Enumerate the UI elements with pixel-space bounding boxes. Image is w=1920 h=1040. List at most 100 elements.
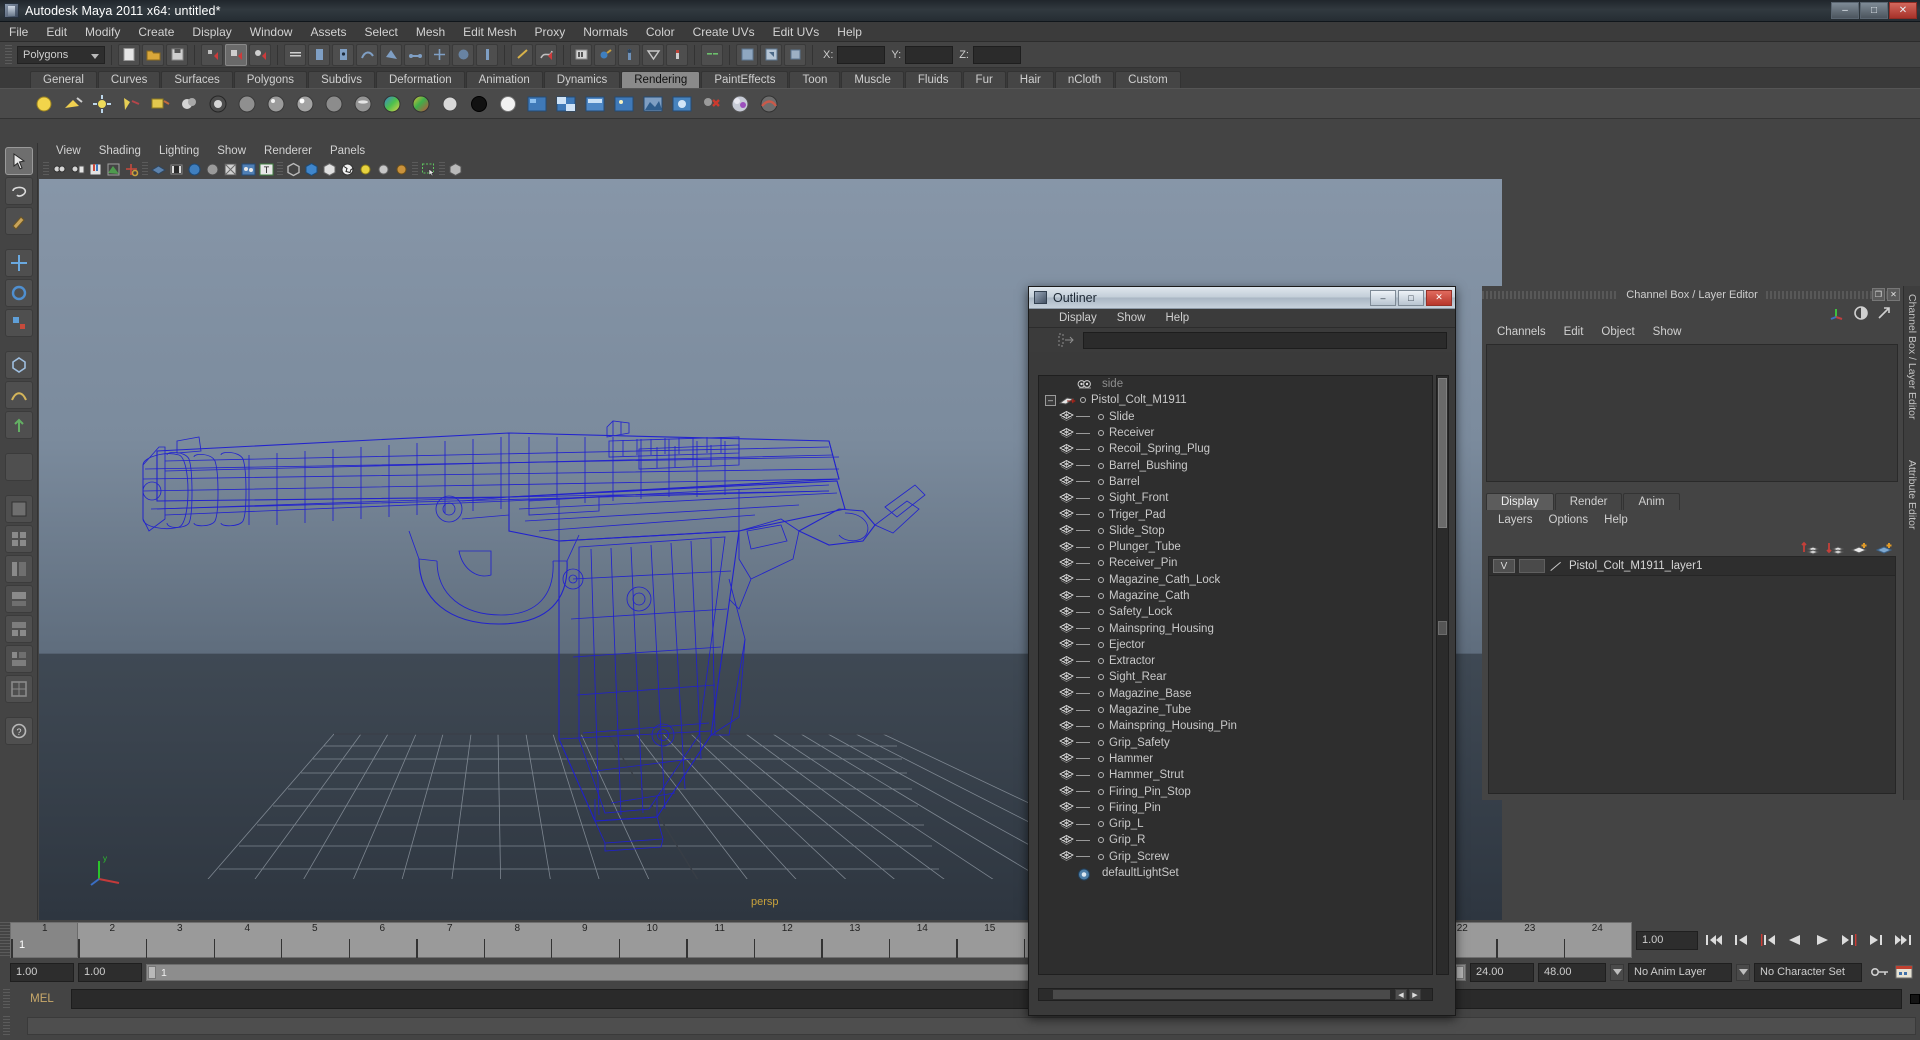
toolbar-grip[interactable] [142, 162, 148, 176]
play-forwards-icon[interactable] [1811, 930, 1833, 950]
viewport-menu-show[interactable]: Show [208, 145, 255, 157]
bookmark-icon[interactable] [88, 162, 103, 177]
shelf-tab-toon[interactable]: Toon [789, 71, 841, 88]
shelf-tab-fur[interactable]: Fur [962, 71, 1006, 88]
menu-edit-uvs[interactable]: Edit UVs [764, 23, 829, 41]
help-line-button[interactable]: ? [4, 717, 33, 745]
command-line-grip[interactable] [3, 989, 10, 1009]
manipulator-axis-icon[interactable] [1830, 305, 1846, 321]
outliner-item-side[interactable]: side [1039, 376, 1432, 392]
mask-points-button[interactable] [332, 43, 354, 66]
shelf-tab-curves[interactable]: Curves [97, 71, 161, 88]
ipr-render-button[interactable] [594, 43, 616, 66]
outliner-node-dot[interactable] [1098, 723, 1104, 730]
mental-ray-material-icon[interactable] [728, 92, 752, 116]
toolbar-grip[interactable] [412, 162, 418, 176]
statusline-grip[interactable] [5, 44, 12, 65]
camera-attributes-icon[interactable] [70, 162, 85, 177]
outliner-node-dot[interactable] [1098, 641, 1104, 648]
panel-drag-dots-left[interactable] [1482, 291, 1619, 299]
outliner-item-pistol-colt-m1911[interactable]: – Pistol_Colt_M1911 [1039, 392, 1432, 408]
move-layer-down-icon[interactable] [1826, 540, 1844, 556]
outliner-hscroll-left-arrow[interactable]: ◀ [1395, 989, 1407, 1000]
outliner-item-magazine-cath-lock[interactable]: Magazine_Cath_Lock [1039, 572, 1432, 588]
outliner-item-magazine-base[interactable]: Magazine_Base [1039, 686, 1432, 702]
blinn-material-icon[interactable] [264, 92, 288, 116]
anim-layer-dropdown-arrow[interactable] [1610, 963, 1624, 981]
channelbox-menu-edit[interactable]: Edit [1555, 325, 1593, 339]
layer-tab-display[interactable]: Display [1486, 493, 1554, 510]
render-current-frame-button[interactable] [666, 43, 688, 66]
menu-assets[interactable]: Assets [301, 23, 355, 41]
menu-edit[interactable]: Edit [37, 23, 76, 41]
menu-mesh[interactable]: Mesh [407, 23, 454, 41]
persp-outliner-layout-button[interactable] [4, 555, 33, 583]
mask-pivots-button[interactable] [428, 43, 450, 66]
outliner-node-dot[interactable] [1098, 430, 1104, 437]
outliner-node-dot[interactable] [1098, 772, 1104, 779]
mask-faces-button[interactable] [380, 43, 402, 66]
channelbox-undock-button[interactable]: ❐ [1872, 288, 1885, 301]
outliner-window[interactable]: Outliner – □ ✕ Display Show Help side – Pi… [1028, 286, 1456, 1016]
shelf-tab-hair[interactable]: Hair [1006, 71, 1054, 88]
layer-menu-help[interactable]: Help [1596, 513, 1636, 527]
menu-modify[interactable]: Modify [76, 23, 129, 41]
shelf-tab-general[interactable]: General [30, 71, 97, 88]
hypershade-persp-layout-button[interactable] [4, 615, 33, 643]
layer-menu-layers[interactable]: Layers [1490, 513, 1541, 527]
command-input[interactable] [71, 989, 1902, 1009]
layer-tab-render[interactable]: Render [1554, 493, 1623, 510]
channelbox-close-button[interactable]: ✕ [1887, 288, 1900, 301]
outliner-node-dot[interactable] [1098, 593, 1104, 599]
shelf-tab-painteffects[interactable]: PaintEffects [701, 71, 789, 88]
outliner-node-dot[interactable] [1098, 413, 1104, 420]
last-tool-used-button[interactable] [4, 453, 33, 481]
smooth-preview-icon[interactable] [448, 162, 463, 177]
outliner-menu-show[interactable]: Show [1107, 311, 1156, 325]
outliner-expander[interactable]: – [1045, 394, 1056, 406]
outliner-scroll-thumb-secondary[interactable] [1438, 621, 1447, 635]
layer-color-swatch[interactable] [1549, 559, 1565, 573]
help-line-grip[interactable] [3, 1016, 10, 1036]
outliner-item-slide-stop[interactable]: Slide_Stop [1039, 523, 1432, 539]
new-scene-button[interactable] [118, 43, 140, 66]
outliner-node-dot[interactable] [1098, 690, 1104, 697]
outliner-node-dot[interactable] [1098, 576, 1104, 583]
outliner-item-firing-pin-stop[interactable]: Firing_Pin_Stop [1039, 783, 1432, 799]
point-light-icon[interactable] [90, 92, 114, 116]
no-shadows-icon[interactable] [340, 162, 355, 177]
step-forward-keyframe-icon[interactable] [1865, 930, 1887, 950]
outliner-node-dot[interactable] [1098, 462, 1104, 469]
outliner-item-triger-pad[interactable]: Triger_Pad [1039, 506, 1432, 522]
toolbar-grip[interactable] [439, 162, 445, 176]
menu-proxy[interactable]: Proxy [526, 23, 575, 41]
texture-checker-icon[interactable] [554, 92, 578, 116]
new-layer-icon[interactable] [1851, 540, 1869, 556]
spot-light-icon[interactable] [119, 92, 143, 116]
yellow-light-icon[interactable] [358, 162, 373, 177]
xray-icon[interactable] [223, 162, 238, 177]
outliner-item-sight-front[interactable]: Sight_Front [1039, 490, 1432, 506]
outliner-item-slide[interactable]: Slide [1039, 409, 1432, 425]
layer-tab-anim[interactable]: Anim [1623, 493, 1680, 510]
outliner-node-dot[interactable] [1098, 674, 1104, 681]
scale-tool-button[interactable] [4, 309, 33, 337]
shelf-tab-ncloth[interactable]: nCloth [1054, 71, 1115, 88]
outliner-item-grip-r[interactable]: Grip_R [1039, 832, 1432, 848]
animation-preferences-icon[interactable] [1894, 964, 1914, 980]
bake-texture-icon[interactable] [757, 92, 781, 116]
axis-value-y[interactable] [905, 45, 954, 64]
volume-light-icon[interactable] [177, 92, 201, 116]
move-tool-button[interactable] [4, 249, 33, 277]
arrow-expand-icon[interactable] [1876, 305, 1892, 321]
menu-display[interactable]: Display [183, 23, 240, 41]
channelbox-menu-channels[interactable]: Channels [1488, 325, 1555, 339]
texture-fractal-icon[interactable] [641, 92, 665, 116]
layer-display-type-toggle[interactable] [1519, 559, 1545, 573]
playback-start-field[interactable]: 24.00 [1470, 962, 1534, 982]
smooth-shade-all-icon[interactable] [169, 162, 184, 177]
axis-value-z[interactable] [972, 45, 1021, 64]
hypershade-button[interactable] [642, 43, 664, 66]
outliner-minimize-button[interactable]: – [1370, 289, 1396, 306]
single-perspective-layout-button[interactable] [4, 495, 33, 523]
